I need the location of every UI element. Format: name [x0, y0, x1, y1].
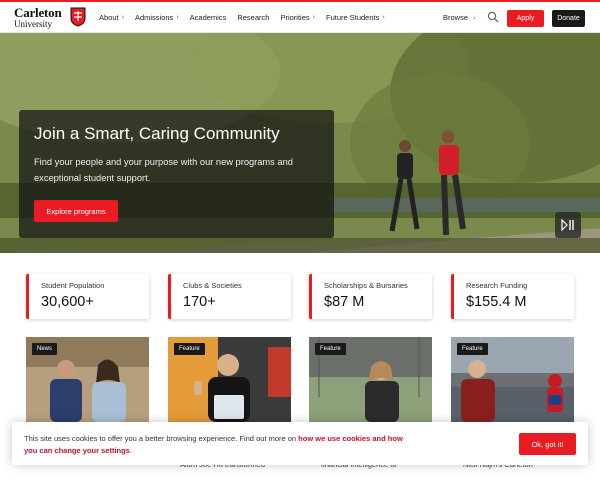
apply-button[interactable]: Apply	[507, 10, 544, 27]
nav-priorities[interactable]: Priorities ›	[280, 13, 315, 22]
cookie-message: This site uses cookies to offer you a be…	[24, 433, 404, 457]
chevron-right-icon: ›	[473, 15, 476, 22]
card-badge: Feature	[315, 343, 346, 355]
stat-label: Research Funding	[466, 281, 528, 290]
nav-admissions-label: Admissions	[134, 13, 174, 22]
card-badge: Feature	[174, 343, 205, 355]
stat-value: $87 M	[324, 294, 365, 310]
stats-row: Student Population 30,600+ Clubs & Socie…	[26, 274, 576, 320]
nav-research-label: Research	[237, 13, 270, 22]
browse-label: Browse	[443, 13, 469, 22]
cookie-text-end: .	[129, 446, 132, 455]
play-pause-icon	[561, 219, 574, 231]
stat-value: 170+	[183, 294, 216, 310]
chevron-right-icon: ›	[382, 14, 385, 21]
cookie-accept-button[interactable]: Ok, got it!	[519, 433, 576, 455]
shield-icon	[70, 7, 86, 27]
stat-card: Research Funding $155.4 M	[451, 274, 574, 319]
stat-value: $155.4 M	[466, 294, 527, 310]
card-badge: News	[32, 343, 58, 355]
nav-priorities-label: Priorities	[280, 13, 310, 22]
stat-card: Scholarships & Bursaries $87 M	[309, 274, 432, 319]
feature-card[interactable]: Feature	[309, 337, 432, 422]
site-header: Carleton University About › Admissions ›…	[0, 0, 600, 33]
nav-academics[interactable]: Academics	[190, 13, 227, 22]
nav-about-label: About	[99, 13, 119, 22]
stat-card: Student Population 30,600+	[26, 274, 149, 319]
chevron-right-icon: ›	[312, 14, 315, 21]
hero-banner: Join a Smart, Caring Community Find your…	[0, 33, 600, 253]
stat-value: 30,600+	[41, 294, 94, 310]
feature-card[interactable]: Feature	[168, 337, 291, 422]
nav-future-students-label: Future Students	[325, 13, 380, 22]
stat-label: Clubs & Societies	[183, 281, 242, 290]
carleton-logo[interactable]: Carleton University	[14, 6, 86, 30]
play-pause-button[interactable]	[555, 212, 581, 238]
cookie-banner: This site uses cookies to offer you a be…	[12, 422, 588, 465]
donate-button[interactable]: Donate	[552, 10, 585, 27]
hero-title: Join a Smart, Caring Community	[34, 124, 280, 143]
card-badge: Feature	[457, 343, 488, 355]
chevron-right-icon: ›	[176, 14, 179, 21]
nav-future-students[interactable]: Future Students ›	[326, 13, 385, 22]
cookie-text: This site uses cookies to offer you a be…	[24, 434, 299, 443]
stat-label: Scholarships & Bursaries	[324, 281, 408, 290]
stat-label: Student Population	[41, 281, 105, 290]
explore-programs-button[interactable]: Explore programs	[34, 200, 118, 222]
browse-menu[interactable]: Browse ›	[443, 13, 475, 22]
nav-research[interactable]: Research	[237, 13, 269, 22]
stat-card: Clubs & Societies 170+	[168, 274, 291, 319]
search-icon[interactable]	[487, 11, 499, 23]
news-card[interactable]: News	[26, 337, 149, 422]
nav-academics-label: Academics	[189, 13, 227, 22]
feature-card[interactable]: Feature	[451, 337, 574, 422]
hero-card: Join a Smart, Caring Community Find your…	[19, 110, 334, 238]
main-nav: About › Admissions › Academics Research …	[99, 2, 396, 33]
hero-description: Find your people and your purpose with o…	[34, 157, 293, 183]
logo-wordmark: Carleton	[14, 5, 62, 20]
chevron-right-icon: ›	[121, 14, 124, 21]
logo-subtext: University	[14, 19, 52, 29]
nav-about[interactable]: About ›	[99, 13, 124, 22]
nav-admissions[interactable]: Admissions ›	[135, 13, 179, 22]
